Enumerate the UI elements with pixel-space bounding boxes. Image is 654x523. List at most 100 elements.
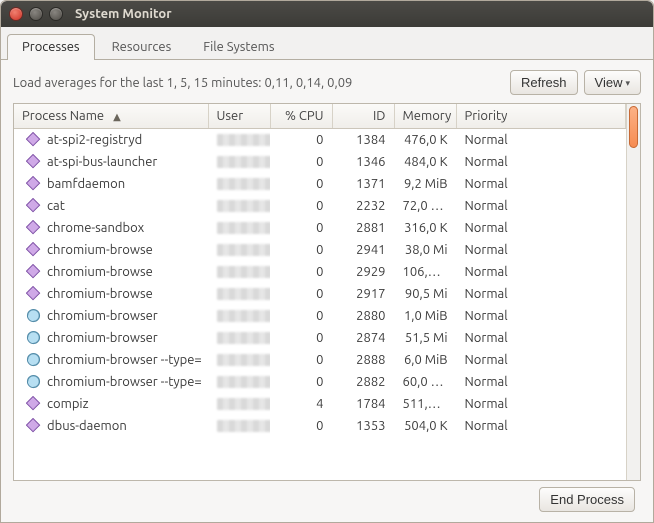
cell-mem: 60,0 KiB <box>394 371 456 393</box>
diamond-icon <box>26 286 41 301</box>
globe-icon <box>26 330 41 345</box>
cell-process-name: chromium-browser --type= <box>14 349 208 371</box>
cell-priority: Normal <box>456 129 626 151</box>
tab-filesystems[interactable]: File Systems <box>188 34 289 60</box>
cell-process-name: dbus-daemon <box>14 415 208 437</box>
diamond-icon <box>26 242 41 257</box>
cell-priority: Normal <box>456 349 626 371</box>
user-obscured <box>217 134 271 146</box>
view-menu-label: View <box>595 75 623 90</box>
scrollbar-thumb[interactable] <box>629 106 638 148</box>
table-row[interactable]: chromium-browser --type=028886,0 MiBNorm… <box>14 349 626 371</box>
process-name-label: at-spi2-registryd <box>47 133 142 147</box>
table-row[interactable]: chromium-browse0294138,0 MiNormal <box>14 239 626 261</box>
tab-resources[interactable]: Resources <box>97 34 187 60</box>
refresh-button[interactable]: Refresh <box>510 70 578 95</box>
col-header-id[interactable]: ID <box>332 104 394 129</box>
cell-id: 2881 <box>332 217 394 239</box>
user-obscured <box>217 310 271 322</box>
load-average-text: Load averages for the last 1, 5, 15 minu… <box>13 76 504 90</box>
cell-cpu: 0 <box>270 129 332 151</box>
col-header-priority[interactable]: Priority <box>456 104 626 129</box>
cell-cpu: 0 <box>270 217 332 239</box>
diamond-icon <box>26 264 41 279</box>
toolbar: Load averages for the last 1, 5, 15 minu… <box>13 70 641 95</box>
table-row[interactable]: chromium-browse0291790,5 MiNormal <box>14 283 626 305</box>
cell-cpu: 0 <box>270 305 332 327</box>
cell-priority: Normal <box>456 239 626 261</box>
cell-mem: 504,0 K <box>394 415 456 437</box>
globe-icon <box>26 352 41 367</box>
cell-cpu: 0 <box>270 261 332 283</box>
cell-priority: Normal <box>456 173 626 195</box>
diamond-icon <box>26 418 41 433</box>
cell-id: 1384 <box>332 129 394 151</box>
col-header-cpu[interactable]: % CPU <box>270 104 332 129</box>
vertical-scrollbar[interactable] <box>626 104 640 480</box>
cell-id: 1346 <box>332 151 394 173</box>
cell-id: 1371 <box>332 173 394 195</box>
table-row[interactable]: chromium-browse02929106,8 MNormal <box>14 261 626 283</box>
col-header-mem[interactable]: Memory <box>394 104 456 129</box>
minimize-icon[interactable] <box>29 7 43 21</box>
process-table-scroll[interactable]: Process Name ▲ User % CPU ID Memory Prio… <box>14 104 626 480</box>
diamond-icon <box>26 220 41 235</box>
close-icon[interactable] <box>9 7 23 21</box>
table-row[interactable]: compiz41784511,3 MNormal <box>14 393 626 415</box>
diamond-icon <box>26 198 41 213</box>
view-menu-button[interactable]: View▾ <box>584 70 641 95</box>
sort-asc-icon: ▲ <box>113 111 121 122</box>
cell-cpu: 0 <box>270 283 332 305</box>
table-row[interactable]: chromium-browser028801,0 MiBNormal <box>14 305 626 327</box>
window-title: System Monitor <box>75 7 172 21</box>
col-header-name[interactable]: Process Name ▲ <box>14 104 208 129</box>
maximize-icon[interactable] <box>49 7 63 21</box>
user-obscured <box>217 266 271 278</box>
user-obscured <box>217 376 271 388</box>
user-obscured <box>217 354 271 366</box>
cell-mem: 51,5 Mi <box>394 327 456 349</box>
cell-cpu: 0 <box>270 173 332 195</box>
user-obscured <box>217 288 271 300</box>
titlebar[interactable]: System Monitor <box>1 1 653 27</box>
process-name-label: cat <box>47 199 65 213</box>
cell-process-name: at-spi-bus-launcher <box>14 151 208 173</box>
cell-process-name: bamfdaemon <box>14 173 208 195</box>
cell-mem: 476,0 K <box>394 129 456 151</box>
col-header-name-label: Process Name <box>22 109 104 123</box>
cell-user <box>208 195 270 217</box>
table-row[interactable]: bamfdaemon 013719,2 MiBNormal <box>14 173 626 195</box>
tab-processes[interactable]: Processes <box>7 34 95 60</box>
process-name-label: chromium-browse <box>47 287 153 301</box>
table-row[interactable]: chrome-sandbox02881316,0 KNormal <box>14 217 626 239</box>
cell-priority: Normal <box>456 327 626 349</box>
diamond-icon <box>26 396 41 411</box>
cell-user <box>208 217 270 239</box>
cell-cpu: 0 <box>270 327 332 349</box>
globe-icon <box>26 374 41 389</box>
table-row[interactable]: chromium-browser0287451,5 MiNormal <box>14 327 626 349</box>
cell-mem: 9,2 MiB <box>394 173 456 195</box>
table-row[interactable]: at-spi-bus-launcher01346484,0 KNormal <box>14 151 626 173</box>
cell-process-name: chromium-browser --type= <box>14 371 208 393</box>
cell-process-name: compiz <box>14 393 208 415</box>
cell-mem: 38,0 Mi <box>394 239 456 261</box>
table-row[interactable]: dbus-daemon01353504,0 KNormal <box>14 415 626 437</box>
end-process-button[interactable]: End Process <box>539 487 635 512</box>
cell-cpu: 4 <box>270 393 332 415</box>
user-obscured <box>217 222 271 234</box>
table-row[interactable]: at-spi2-registryd 01384476,0 KNormal <box>14 129 626 151</box>
cell-id: 2888 <box>332 349 394 371</box>
col-header-user[interactable]: User <box>208 104 270 129</box>
table-row[interactable]: cat0223272,0 KiBNormal <box>14 195 626 217</box>
cell-id: 2941 <box>332 239 394 261</box>
cell-priority: Normal <box>456 283 626 305</box>
cell-priority: Normal <box>456 261 626 283</box>
process-name-label: compiz <box>47 397 89 411</box>
cell-cpu: 0 <box>270 415 332 437</box>
cell-cpu: 0 <box>270 239 332 261</box>
cell-id: 2232 <box>332 195 394 217</box>
cell-priority: Normal <box>456 393 626 415</box>
table-row[interactable]: chromium-browser --type=0288260,0 KiBNor… <box>14 371 626 393</box>
diamond-icon <box>26 176 41 191</box>
